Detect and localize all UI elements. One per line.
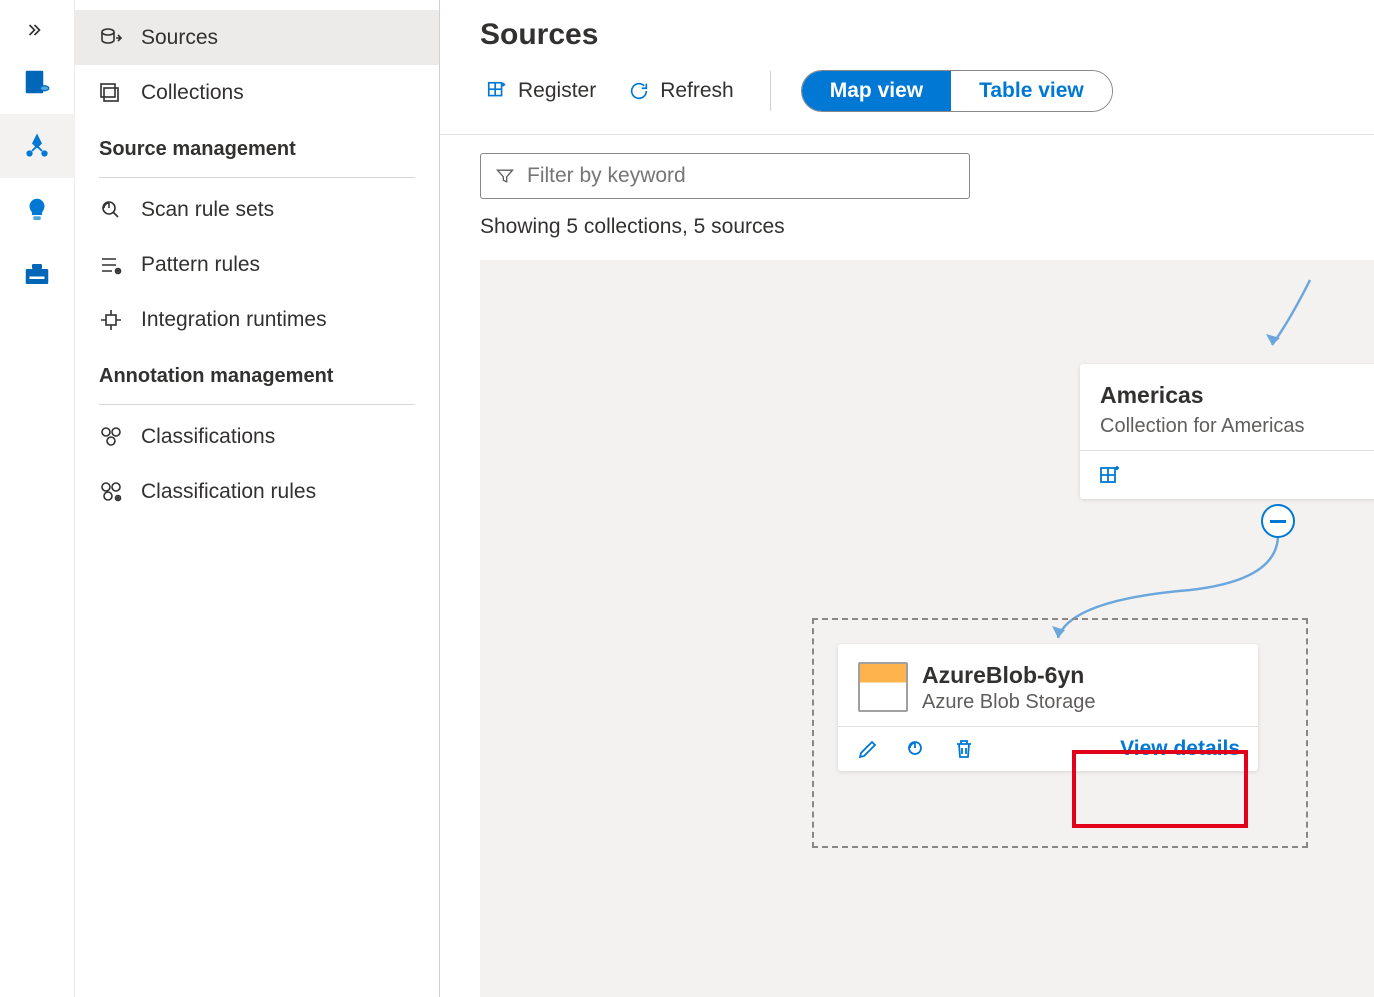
sidebar-item-pattern-rules[interactable]: Pattern rules — [75, 237, 439, 292]
rail-item-data-map[interactable] — [0, 114, 75, 178]
register-label: Register — [518, 79, 596, 103]
sidebar-label: Pattern rules — [141, 253, 260, 277]
sidebar-label: Scan rule sets — [141, 198, 274, 222]
sidebar-label: Collections — [141, 81, 244, 105]
source-name: AzureBlob-6yn — [922, 662, 1095, 689]
sidebar-item-classifications[interactable]: Classifications — [75, 409, 439, 464]
result-count: Showing 5 collections, 5 sources — [440, 211, 1374, 253]
rail-item-data-catalog[interactable] — [0, 50, 75, 114]
separator — [770, 71, 771, 111]
grid-plus-icon[interactable] — [1098, 463, 1122, 487]
collections-icon — [99, 81, 123, 105]
sidebar-item-integration-runtimes[interactable]: Integration runtimes — [75, 292, 439, 347]
table-view-button[interactable]: Table view — [951, 71, 1112, 111]
collapse-toggle[interactable] — [1261, 504, 1295, 538]
refresh-label: Refresh — [660, 79, 734, 103]
collection-name: Americas — [1100, 382, 1204, 409]
refresh-icon — [628, 80, 650, 102]
classification-icon — [99, 425, 123, 449]
divider — [99, 404, 415, 405]
divider — [99, 177, 415, 178]
icon-rail — [0, 0, 75, 997]
sidebar-item-collections[interactable]: Collections — [75, 65, 439, 120]
filter-input[interactable] — [527, 164, 955, 188]
map-canvas[interactable]: Americas Collection for Americas AzureBl… — [480, 260, 1374, 997]
collection-desc: Collection for Americas — [1100, 415, 1305, 438]
sidebar-item-classification-rules[interactable]: Classification rules — [75, 464, 439, 519]
sidebar-section-title: Annotation management — [75, 347, 439, 398]
grid-plus-icon — [486, 80, 508, 102]
edit-icon[interactable] — [856, 737, 880, 761]
scan-icon[interactable] — [904, 737, 928, 761]
register-button[interactable]: Register — [480, 75, 602, 107]
highlight-box — [1072, 750, 1248, 828]
sidebar-section-title: Source management — [75, 120, 439, 171]
page-header: Sources Register Refresh Map view Table … — [440, 0, 1374, 135]
classification-rules-icon — [99, 480, 123, 504]
rail-item-management[interactable] — [0, 242, 75, 306]
pattern-icon — [99, 253, 123, 277]
expand-rail-button[interactable] — [27, 10, 47, 50]
blob-storage-icon — [858, 662, 908, 712]
sidebar-item-sources[interactable]: Sources — [75, 10, 439, 65]
source-type: Azure Blob Storage — [922, 691, 1095, 714]
sidebar-label: Sources — [141, 26, 218, 50]
delete-icon[interactable] — [952, 737, 976, 761]
map-view-button[interactable]: Map view — [802, 71, 951, 111]
view-toggle: Map view Table view — [801, 70, 1113, 112]
sidebar: Sources Collections Source management Sc… — [75, 0, 440, 997]
sidebar-label: Classifications — [141, 425, 275, 449]
sidebar-label: Integration runtimes — [141, 308, 327, 332]
main-content: Sources Register Refresh Map view Table … — [440, 0, 1374, 997]
filter-icon — [495, 166, 515, 186]
sidebar-item-scan-rule-sets[interactable]: Scan rule sets — [75, 182, 439, 237]
runtime-icon — [99, 308, 123, 332]
toolbar: Register Refresh Map view Table view — [480, 70, 1334, 124]
sources-icon — [99, 26, 123, 50]
filter-input-wrapper[interactable] — [480, 153, 970, 199]
rail-item-insights[interactable] — [0, 178, 75, 242]
sidebar-label: Classification rules — [141, 480, 316, 504]
page-title: Sources — [480, 18, 1334, 52]
collection-card[interactable]: Americas Collection for Americas — [1080, 364, 1374, 499]
scan-icon — [99, 198, 123, 222]
refresh-button[interactable]: Refresh — [622, 75, 740, 107]
